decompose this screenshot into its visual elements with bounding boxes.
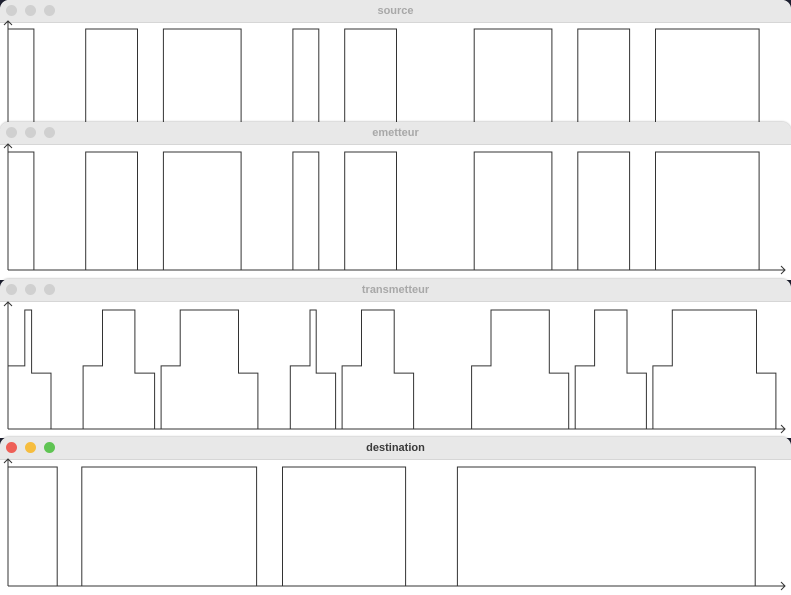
window-emetteur: emetteur bbox=[0, 122, 791, 280]
signal-plot bbox=[3, 458, 786, 591]
signal-trace-emetteur bbox=[8, 151, 785, 271]
signal-trace-source bbox=[8, 28, 760, 130]
signal-plot bbox=[3, 20, 760, 130]
window-source: source bbox=[0, 0, 791, 130]
window-destination: destination bbox=[0, 437, 791, 595]
window-transmetteur: transmetteur bbox=[0, 279, 791, 438]
signal-trace-destination bbox=[8, 466, 785, 587]
signal-plot bbox=[3, 301, 786, 434]
signal-plot bbox=[3, 143, 786, 275]
signal-trace-transmetteur bbox=[8, 309, 785, 430]
